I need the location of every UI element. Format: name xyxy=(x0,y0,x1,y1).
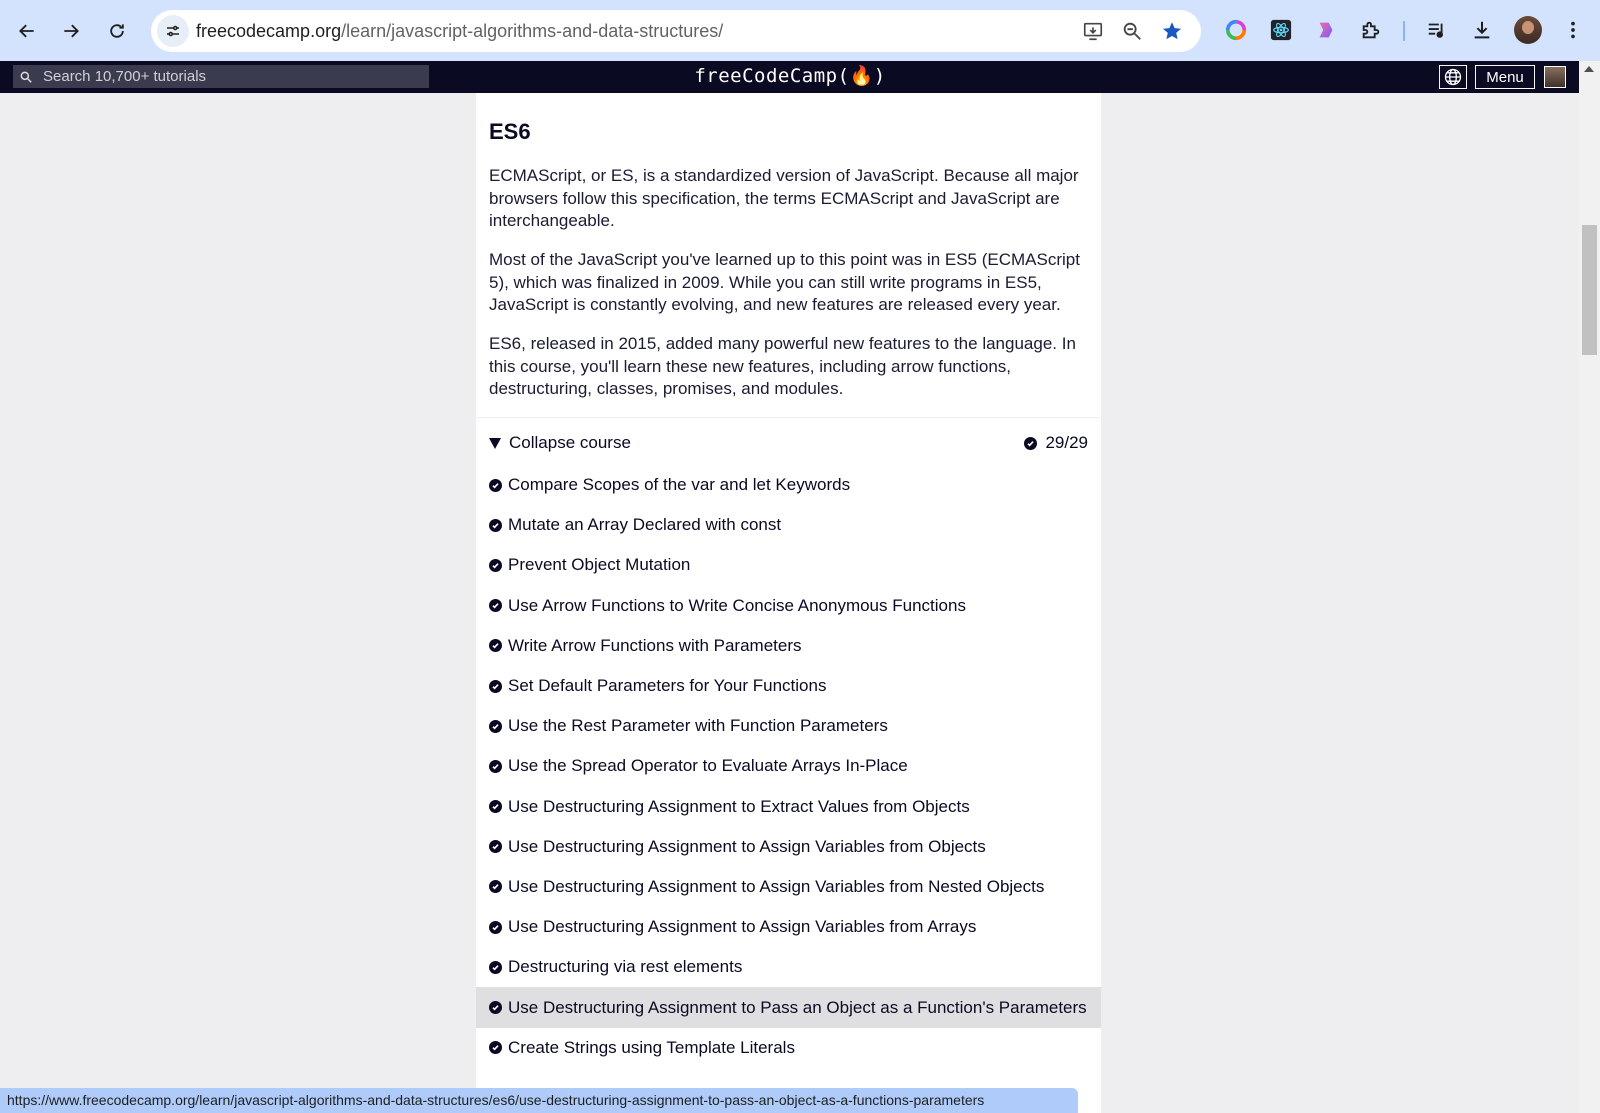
scrollbar-thumb[interactable] xyxy=(1582,225,1597,355)
lesson-title: Write Arrow Functions with Parameters xyxy=(508,635,802,655)
collapse-course-toggle[interactable]: Collapse course 29/29 xyxy=(489,432,1088,456)
lesson-title: Use Destructuring Assignment to Assign V… xyxy=(508,876,1045,896)
react-devtools-icon[interactable] xyxy=(1268,17,1294,43)
url-host: freecodecamp.org xyxy=(196,21,342,41)
lesson-item[interactable]: Create Strings using Template Literals xyxy=(476,1028,1101,1068)
lesson-item[interactable]: Mutate an Array Declared with const xyxy=(476,505,1101,545)
install-app-icon[interactable] xyxy=(1081,19,1105,43)
caret-down-icon xyxy=(489,438,501,449)
lesson-item[interactable]: Write Arrow Functions with Parameters xyxy=(476,626,1101,666)
color-extension-icon[interactable] xyxy=(1223,17,1249,43)
site-info-icon[interactable] xyxy=(157,15,189,47)
user-avatar[interactable] xyxy=(1544,66,1566,88)
lesson-item[interactable]: Use Destructuring Assignment to Assign V… xyxy=(476,827,1101,867)
lesson-title: Create Strings using Template Literals xyxy=(508,1037,795,1057)
course-card: ES6 ECMAScript, or ES, is a standardized… xyxy=(476,93,1101,1113)
lesson-title: Use Destructuring Assignment to Assign V… xyxy=(508,917,977,937)
check-circle-icon xyxy=(489,558,502,572)
lesson-title: Use the Rest Parameter with Function Par… xyxy=(508,716,888,736)
check-circle-icon xyxy=(489,920,502,934)
fcc-navbar: Search 10,700+ tutorials freeCodeCamp(🔥)… xyxy=(0,61,1600,93)
url-text[interactable]: freecodecamp.org/learn/javascript-algori… xyxy=(196,21,723,42)
check-circle-icon xyxy=(489,880,502,894)
address-bar[interactable]: freecodecamp.org/learn/javascript-algori… xyxy=(151,10,1201,52)
menu-button[interactable]: Menu xyxy=(1475,65,1535,89)
extensions-puzzle-icon[interactable] xyxy=(1358,17,1384,43)
lesson-title: Use Destructuring Assignment to Assign V… xyxy=(508,836,986,856)
download-icon[interactable] xyxy=(1469,17,1495,43)
lesson-title: Destructuring via rest elements xyxy=(508,957,743,977)
check-circle-icon xyxy=(489,840,502,854)
check-circle-icon xyxy=(489,679,502,693)
back-icon[interactable] xyxy=(9,13,45,49)
page-scrollbar[interactable] xyxy=(1579,61,1600,1113)
lesson-item[interactable]: Use Arrow Functions to Write Concise Ano… xyxy=(476,586,1101,626)
profile-avatar[interactable] xyxy=(1514,16,1542,44)
course-title: ES6 xyxy=(489,119,531,144)
lesson-title: Use Destructuring Assignment to Extract … xyxy=(508,796,970,816)
reload-icon[interactable] xyxy=(99,13,135,49)
lesson-title: Mutate an Array Declared with const xyxy=(508,515,782,535)
check-circle-icon xyxy=(489,759,502,773)
check-circle-icon xyxy=(489,599,502,613)
lesson-item[interactable]: Prevent Object Mutation xyxy=(476,545,1101,585)
bookmark-star-icon[interactable] xyxy=(1160,19,1184,43)
lesson-title: Set Default Parameters for Your Function… xyxy=(508,676,827,696)
lesson-item[interactable]: Use Destructuring Assignment to Extract … xyxy=(476,787,1101,827)
language-button[interactable] xyxy=(1439,65,1467,89)
lesson-title: Use Arrow Functions to Write Concise Ano… xyxy=(508,595,966,615)
forward-icon[interactable] xyxy=(53,13,89,49)
divider xyxy=(476,417,1101,418)
lesson-title: Use Destructuring Assignment to Pass an … xyxy=(508,997,1087,1017)
lesson-list: Compare Scopes of the var and let Keywor… xyxy=(476,465,1101,1068)
globe-icon xyxy=(1444,68,1462,86)
course-description-1: ECMAScript, or ES, is a standardized ver… xyxy=(489,166,1079,230)
progress-count: 29/29 xyxy=(1045,433,1088,452)
check-circle-icon xyxy=(489,518,502,532)
toolbar-separator xyxy=(1403,21,1405,41)
url-path: /learn/javascript-algorithms-and-data-st… xyxy=(341,21,724,41)
lesson-item[interactable]: Use Destructuring Assignment to Pass an … xyxy=(476,987,1101,1028)
fcc-logo[interactable]: freeCodeCamp(🔥) xyxy=(0,64,1580,87)
collapse-course-label: Collapse course xyxy=(509,433,631,452)
lesson-item[interactable]: Use Destructuring Assignment to Assign V… xyxy=(476,867,1101,907)
zoom-icon[interactable] xyxy=(1120,19,1144,43)
media-queue-icon[interactable] xyxy=(1424,17,1450,43)
lesson-item[interactable]: Compare Scopes of the var and let Keywor… xyxy=(476,465,1101,505)
lesson-item[interactable]: Destructuring via rest elements xyxy=(476,947,1101,987)
lesson-item[interactable]: Use the Spread Operator to Evaluate Arra… xyxy=(476,746,1101,786)
check-circle-icon xyxy=(489,639,502,653)
scroll-up-arrow-icon[interactable] xyxy=(1584,66,1594,72)
lesson-item[interactable]: Use Destructuring Assignment to Assign V… xyxy=(476,907,1101,947)
lesson-title: Compare Scopes of the var and let Keywor… xyxy=(508,475,851,495)
check-circle-icon xyxy=(489,960,502,974)
lesson-item[interactable]: Set Default Parameters for Your Function… xyxy=(476,666,1101,706)
more-menu-icon[interactable] xyxy=(1560,17,1586,43)
browser-toolbar: freecodecamp.org/learn/javascript-algori… xyxy=(0,0,1600,61)
check-circle-icon xyxy=(489,1001,502,1015)
check-circle-icon xyxy=(489,719,502,733)
check-circle-icon xyxy=(1024,436,1038,450)
check-circle-icon xyxy=(489,478,502,492)
course-progress: 29/29 xyxy=(1024,433,1088,453)
course-description-2: Most of the JavaScript you've learned up… xyxy=(489,250,1080,314)
gradient-extension-icon[interactable] xyxy=(1313,17,1339,43)
link-status-bar: https://www.freecodecamp.org/learn/javas… xyxy=(0,1088,1078,1113)
course-description-3: ES6, released in 2015, added many powerf… xyxy=(489,334,1076,398)
check-circle-icon xyxy=(489,1041,502,1055)
lesson-item[interactable]: Use the Rest Parameter with Function Par… xyxy=(476,706,1101,746)
lesson-title: Use the Spread Operator to Evaluate Arra… xyxy=(508,756,908,776)
check-circle-icon xyxy=(489,800,502,814)
lesson-title: Prevent Object Mutation xyxy=(508,555,691,575)
